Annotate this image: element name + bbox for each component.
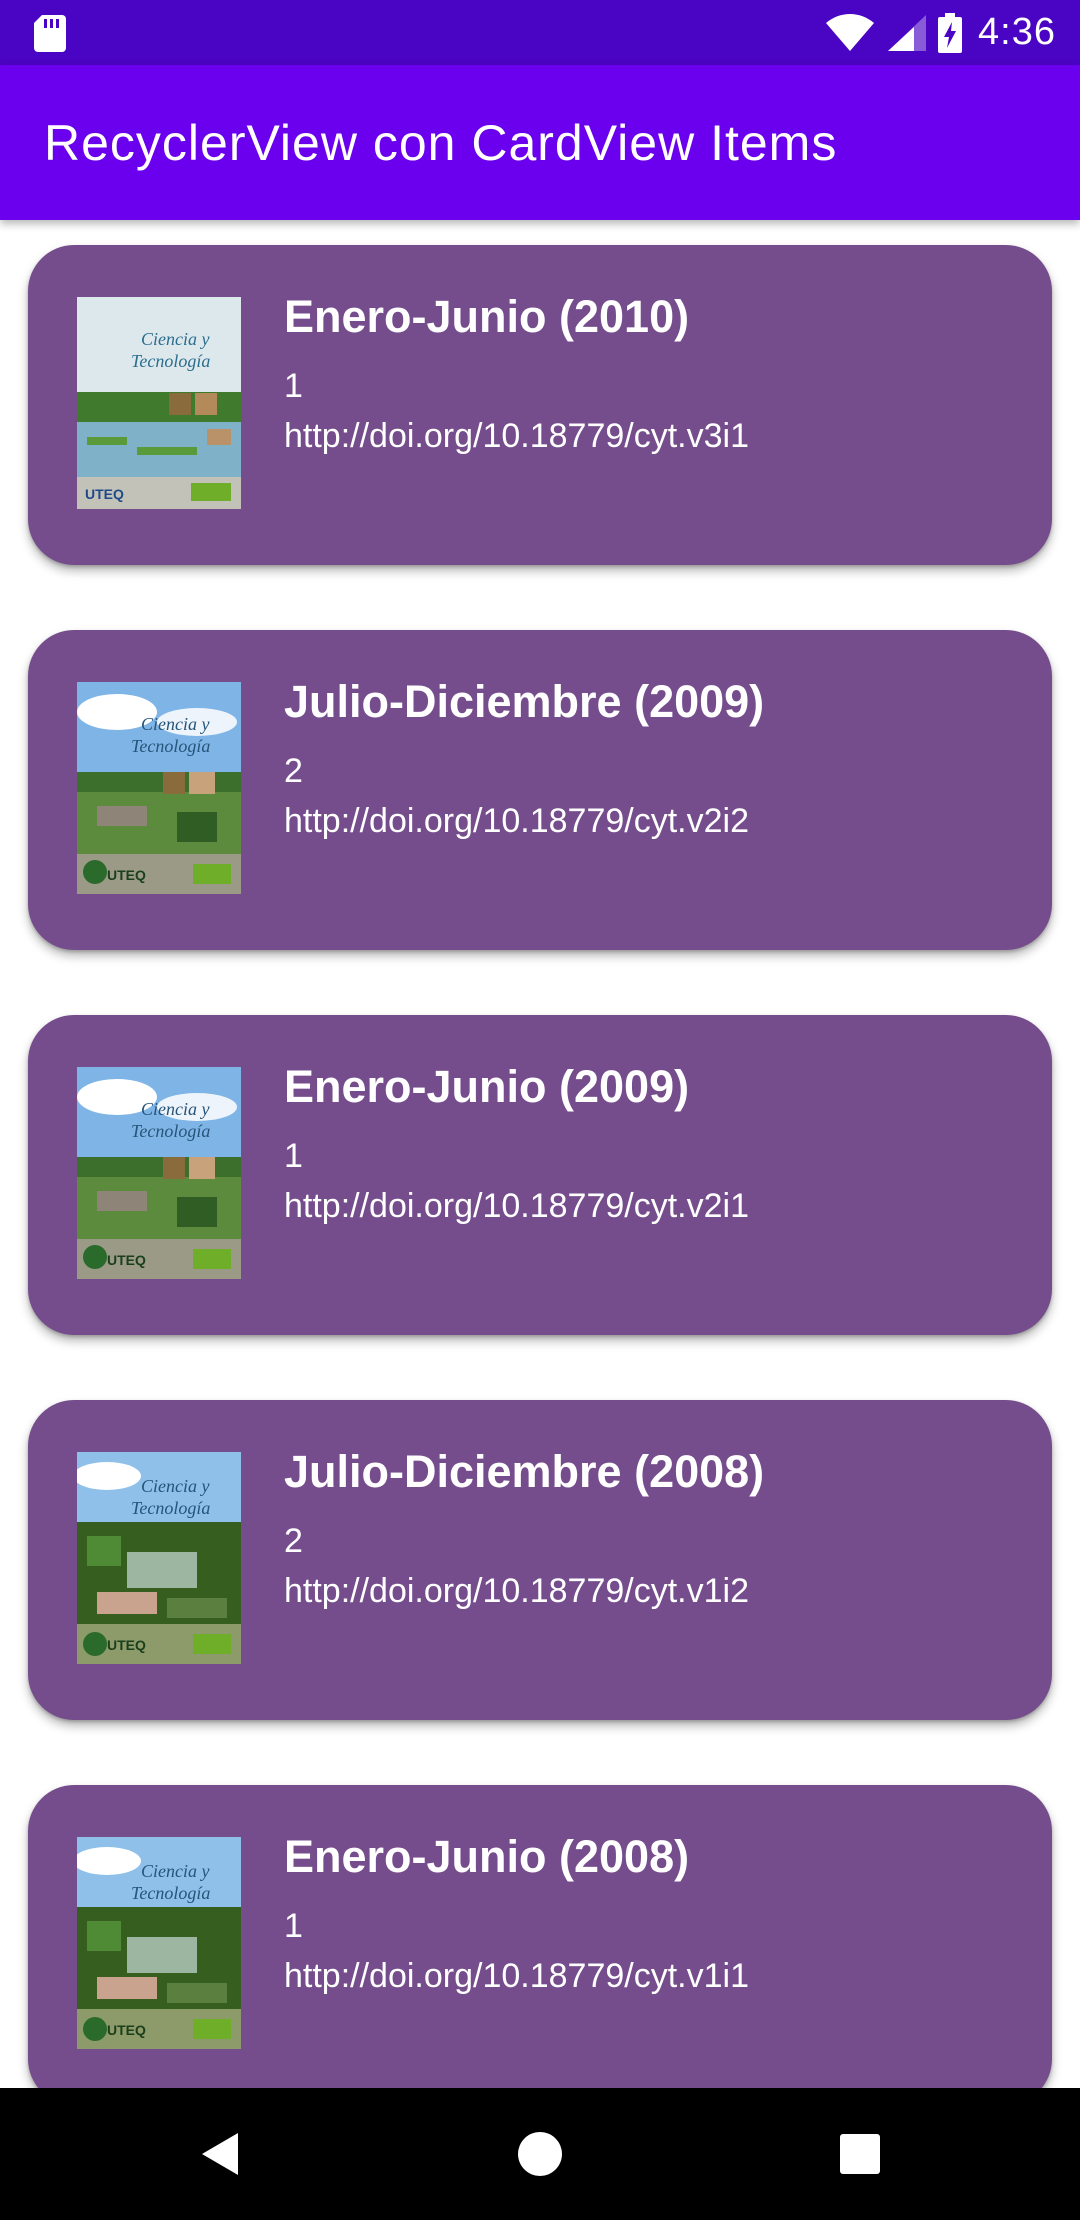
back-button[interactable]	[155, 2088, 285, 2220]
navigation-bar	[0, 2088, 1080, 2220]
issue-title: Julio-Diciembre (2008)	[284, 1446, 765, 1497]
issue-number: 2	[284, 1522, 303, 1560]
issue-number: 1	[284, 1137, 303, 1175]
issue-card[interactable]: Ciencia y Tecnología UTEQ Enero-Junio (2…	[28, 1015, 1052, 1335]
issue-title: Enero-Junio (2008)	[284, 1831, 690, 1882]
issue-card[interactable]: Ciencia y Tecnología UTEQ Enero-Junio (2…	[28, 1785, 1052, 2088]
wifi-icon	[826, 13, 875, 51]
issue-doi: http://doi.org/10.18779/cyt.v1i2	[284, 1572, 749, 1610]
svg-text:Ciencia y: Ciencia y	[141, 1861, 209, 1881]
svg-text:UTEQ: UTEQ	[107, 867, 146, 883]
cover-image: Ciencia y Tecnología UTEQ	[77, 1837, 241, 2049]
issue-card[interactable]: Ciencia y Tecnología UTEQ Enero-Junio (2…	[28, 245, 1052, 565]
battery-charging-icon	[938, 12, 963, 53]
svg-text:UTEQ: UTEQ	[107, 1252, 146, 1268]
status-bar: 4:36	[0, 0, 1080, 65]
issue-card[interactable]: Ciencia y Tecnología UTEQ Julio-Diciembr…	[28, 1400, 1052, 1720]
issue-doi: http://doi.org/10.18779/cyt.v2i2	[284, 802, 749, 840]
app-bar: RecyclerView con CardView Items	[0, 65, 1080, 220]
recycler-list[interactable]: Ciencia y Tecnología UTEQ Enero-Junio (2…	[0, 220, 1080, 2088]
issue-doi: http://doi.org/10.18779/cyt.v2i1	[284, 1187, 749, 1225]
issue-card[interactable]: Ciencia y Tecnología UTEQ Julio-Diciembr…	[28, 630, 1052, 950]
cover-image: Ciencia y Tecnología UTEQ	[77, 297, 241, 509]
recents-button[interactable]	[795, 2088, 925, 2220]
issue-number: 2	[284, 752, 303, 790]
cover-image: Ciencia y Tecnología UTEQ	[77, 1067, 241, 1279]
cover-image: Ciencia y Tecnología UTEQ	[77, 682, 241, 894]
svg-text:UTEQ: UTEQ	[107, 1637, 146, 1653]
svg-text:Ciencia y: Ciencia y	[141, 329, 209, 349]
issue-number: 1	[284, 1907, 303, 1945]
issue-title: Enero-Junio (2009)	[284, 1061, 690, 1112]
sd-card-icon	[34, 15, 66, 52]
cover-image: Ciencia y Tecnología UTEQ	[77, 1452, 241, 1664]
svg-text:Ciencia y: Ciencia y	[141, 1476, 209, 1496]
home-icon	[518, 2132, 562, 2176]
svg-text:Tecnología: Tecnología	[131, 1498, 210, 1518]
svg-text:Tecnología: Tecnología	[131, 1883, 210, 1903]
svg-text:Ciencia y: Ciencia y	[141, 714, 209, 734]
status-time: 4:36	[978, 11, 1056, 53]
recents-icon	[840, 2134, 880, 2174]
issue-title: Enero-Junio (2010)	[284, 291, 690, 342]
issue-doi: http://doi.org/10.18779/cyt.v1i1	[284, 1957, 749, 1995]
app-title: RecyclerView con CardView Items	[44, 114, 838, 171]
svg-text:Tecnología: Tecnología	[131, 736, 210, 756]
svg-text:Tecnología: Tecnología	[131, 1121, 210, 1141]
cellular-signal-icon	[888, 14, 927, 51]
svg-text:UTEQ: UTEQ	[107, 2022, 146, 2038]
issue-doi: http://doi.org/10.18779/cyt.v3i1	[284, 417, 749, 455]
svg-text:UTEQ: UTEQ	[85, 486, 124, 502]
back-icon	[202, 2133, 238, 2175]
home-button[interactable]	[475, 2088, 605, 2220]
svg-text:Tecnología: Tecnología	[131, 351, 210, 371]
svg-text:Ciencia y: Ciencia y	[141, 1099, 209, 1119]
issue-number: 1	[284, 367, 303, 405]
issue-title: Julio-Diciembre (2009)	[284, 676, 765, 727]
